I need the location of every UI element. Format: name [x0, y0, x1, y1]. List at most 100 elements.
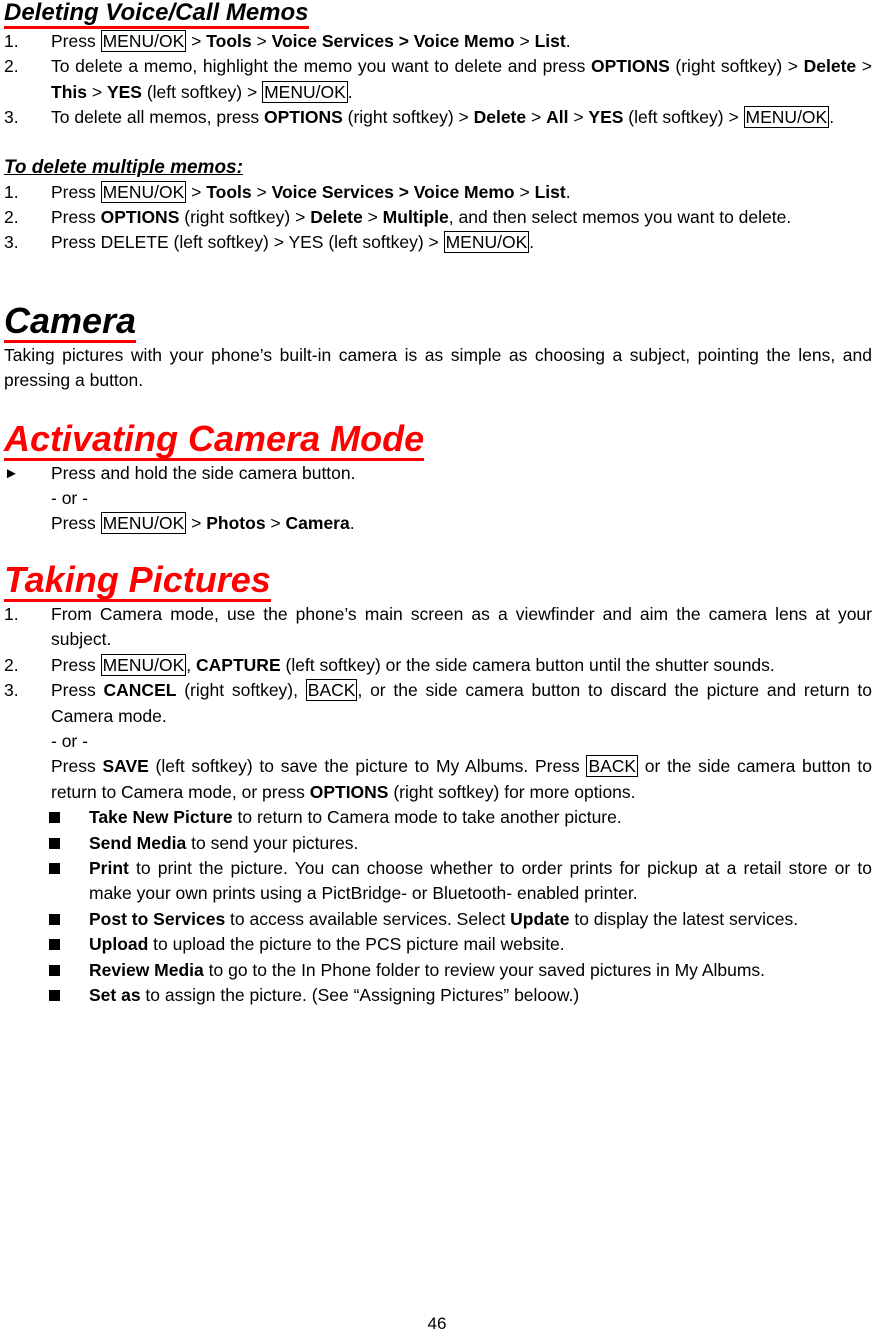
menu-ok-key: MENU/OK: [100, 180, 187, 203]
option-text: to go to the In Phone folder to review y…: [203, 959, 766, 980]
step-text: (left softkey) >: [623, 107, 744, 128]
option-text: to upload the picture to the PCS picture…: [148, 934, 565, 955]
option-text: to access available services. Select: [225, 908, 511, 929]
menu-path-tools: Tools: [206, 181, 252, 202]
menu-ok-key: MENU/OK: [100, 512, 187, 535]
option-text: to display the latest services.: [569, 908, 799, 929]
square-bullet-icon: [49, 989, 60, 1001]
activating-line-1: Press and hold the side camera button.: [51, 462, 356, 483]
save-instructions: Press SAVE (left softkey) to save the pi…: [51, 754, 872, 805]
step-item: 3. Press DELETE (left softkey) > YES (le…: [4, 230, 872, 255]
option-label: Set as: [89, 984, 141, 1005]
activating-step: ► Press and hold the side camera button.…: [4, 461, 872, 537]
option-review-media: Review Media to go to the In Phone folde…: [4, 958, 872, 983]
back-key: BACK: [305, 679, 358, 702]
section-title-deleting-memos: Deleting Voice/Call Memos: [4, 0, 309, 29]
step-text: >: [856, 56, 872, 77]
cancel-key: CANCEL: [103, 680, 177, 701]
step-text: (left softkey) or the side camera button…: [280, 654, 775, 675]
menu-path-voice-memo: Voice Services > Voice Memo: [271, 181, 515, 202]
option-post-to-services: Post to Services to access available ser…: [4, 907, 872, 932]
step-item: 3. Press CANCEL (right softkey), BACK, o…: [4, 678, 872, 805]
step-item: 1. Press MENU/OK > Tools > Voice Service…: [4, 180, 872, 205]
step-text: To delete all memos, press: [51, 107, 265, 128]
step-text: Press DELETE (left softkey) > YES (left …: [51, 232, 444, 253]
square-bullet-icon: [49, 862, 60, 874]
step-text: (right softkey) >: [669, 56, 804, 77]
step-number: 3.: [4, 680, 19, 701]
step-number: 1.: [4, 31, 19, 51]
step-number: 2.: [4, 207, 19, 228]
menu-ok-key: MENU/OK: [100, 653, 187, 676]
option-label: Upload: [89, 934, 149, 955]
step-text: >: [514, 31, 535, 51]
step-item: 2. To delete a memo, highlight the memo …: [4, 54, 872, 105]
option-take-new-picture: Take New Picture to return to Camera mod…: [4, 805, 872, 830]
capture-key: CAPTURE: [196, 654, 281, 675]
menu-path-all: All: [546, 107, 569, 128]
manual-page: Deleting Voice/Call Memos 1. Press MENU/…: [4, 0, 872, 1008]
options-key: OPTIONS: [309, 781, 389, 802]
step-text: >: [265, 513, 286, 534]
subsection-title-multiple-memos: To delete multiple memos:: [4, 156, 243, 178]
step-item: 2. Press OPTIONS (right softkey) > Delet…: [4, 205, 872, 230]
picture-options-list: Take New Picture to return to Camera mod…: [4, 805, 872, 1008]
page-number: 46: [427, 1314, 447, 1333]
step-text: Press: [51, 207, 101, 228]
option-text: to send your pictures.: [186, 832, 359, 853]
menu-ok-key: MENU/OK: [100, 30, 187, 52]
or-separator: - or -: [51, 730, 88, 751]
step-text: (right softkey) for more options.: [388, 781, 636, 802]
step-text: Press: [51, 181, 101, 202]
step-text: >: [251, 181, 272, 202]
step-text: Press: [51, 513, 101, 534]
square-bullet-icon: [49, 913, 60, 925]
option-text: to print the picture. You can choose whe…: [89, 857, 872, 904]
step-text: >: [186, 31, 207, 51]
section-title-taking-pictures: Taking Pictures: [4, 558, 271, 602]
step-text: Press: [51, 654, 101, 675]
step-number: 3.: [4, 232, 19, 253]
step-text: (right softkey),: [176, 680, 306, 701]
menu-path-delete: Delete: [310, 207, 363, 228]
options-key: OPTIONS: [264, 107, 343, 128]
menu-path-delete: Delete: [473, 107, 527, 128]
step-text: Press: [51, 756, 103, 777]
save-key: SAVE: [102, 756, 149, 777]
menu-path-photos: Photos: [206, 513, 266, 534]
step-text: ,: [186, 654, 197, 675]
menu-path-voice-memo: Voice Services > Voice Memo: [271, 31, 515, 51]
step-number: 1.: [4, 181, 19, 202]
option-label: Print: [89, 857, 129, 878]
option-label-update: Update: [510, 908, 570, 929]
step-item: 2. Press MENU/OK, CAPTURE (left softkey)…: [4, 653, 872, 678]
step-text: >: [251, 31, 272, 51]
step-item: 3. To delete all memos, press OPTIONS (r…: [4, 105, 872, 130]
options-key: OPTIONS: [591, 56, 670, 77]
option-send-media: Send Media to send your pictures.: [4, 831, 872, 856]
step-number: 2.: [4, 56, 19, 77]
option-label: Take New Picture: [89, 807, 233, 828]
step-text: From Camera mode, use the phone’s main s…: [51, 603, 872, 650]
menu-path-camera: Camera: [285, 513, 350, 534]
square-bullet-icon: [49, 964, 60, 976]
step-item: 1. Press MENU/OK > Tools > Voice Service…: [4, 29, 872, 54]
step-text: (right softkey) >: [342, 107, 474, 128]
option-print: Print to print the picture. You can choo…: [4, 856, 872, 907]
option-set-as: Set as to assign the picture. (See “Assi…: [4, 983, 872, 1008]
step-text: >: [362, 207, 383, 228]
option-upload: Upload to upload the picture to the PCS …: [4, 932, 872, 957]
menu-path-delete: Delete: [803, 56, 857, 77]
deleting-memos-steps: 1. Press MENU/OK > Tools > Voice Service…: [4, 29, 872, 131]
step-text: .: [347, 81, 353, 102]
step-text: (right softkey) >: [179, 207, 311, 228]
option-label: Post to Services: [89, 908, 226, 929]
triangle-bullet-icon: ►: [4, 464, 19, 482]
step-text: To delete a memo, highlight the memo you…: [51, 56, 592, 77]
options-key: OPTIONS: [100, 207, 180, 228]
option-text: to assign the picture. (See “Assigning P…: [140, 984, 580, 1005]
activating-line-3: Press MENU/OK > Photos > Camera.: [51, 511, 872, 536]
step-number: 3.: [4, 107, 19, 128]
menu-ok-key: MENU/OK: [743, 106, 830, 129]
or-separator: - or -: [51, 488, 88, 509]
